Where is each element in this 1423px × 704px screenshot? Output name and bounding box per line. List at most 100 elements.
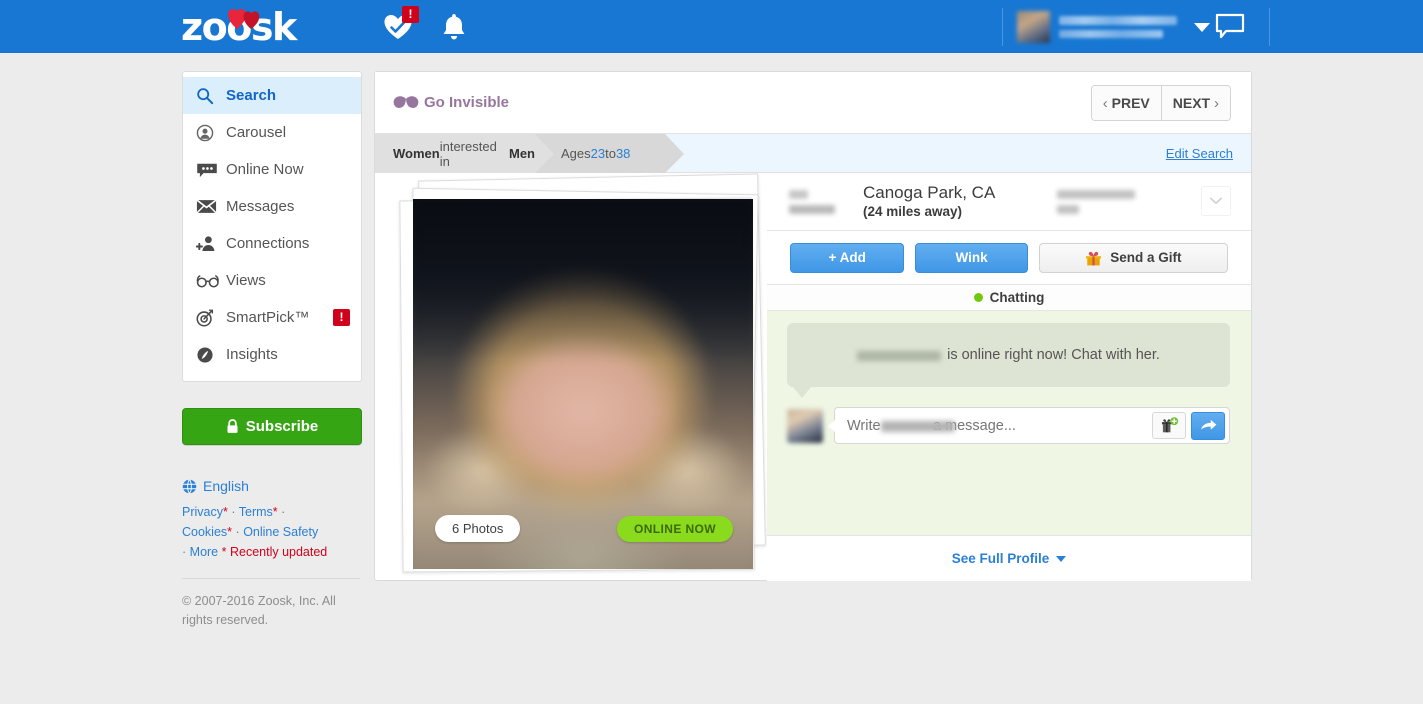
profile-pager: ‹ PREV NEXT › xyxy=(1090,85,1231,121)
subscribe-button[interactable]: Subscribe xyxy=(182,408,362,445)
more-link[interactable]: More xyxy=(190,545,218,559)
language-label: English xyxy=(203,478,249,494)
next-button[interactable]: NEXT › xyxy=(1160,86,1230,120)
send-gift-button[interactable]: Send a Gift xyxy=(1038,242,1229,273)
see-full-profile-label: See Full Profile xyxy=(951,551,1050,566)
send-arrow-icon xyxy=(1200,419,1216,430)
user-location-redacted xyxy=(1059,30,1163,38)
sidebar-item-label: SmartPick™ xyxy=(226,309,310,326)
sidebar-item-smartpick[interactable]: SmartPick™ ! xyxy=(183,299,361,336)
subscribe-label: Subscribe xyxy=(245,418,319,435)
prev-button[interactable]: ‹ PREV xyxy=(1091,86,1161,120)
sidebar-nav-card: Search Carousel Online Now Messages Conn… xyxy=(182,71,362,382)
profile-header: Canoga Park, CA (24 miles away) xyxy=(767,173,1251,231)
edit-search-link[interactable]: Edit Search xyxy=(1166,146,1233,161)
profile-location: Canoga Park, CA (24 miles away) xyxy=(863,182,995,221)
wink-button[interactable]: Wink xyxy=(915,242,1028,273)
asterisk: * xyxy=(227,525,233,539)
copyright-text: © 2007-2016 Zoosk, Inc. All rights reser… xyxy=(182,594,336,627)
lock-icon xyxy=(226,419,239,434)
search-criteria-bar: Women interested in Men Ages 23 to 38 Ed… xyxy=(375,134,1251,173)
privacy-link[interactable]: Privacy xyxy=(182,505,223,519)
chat-input-wrapper[interactable] xyxy=(828,407,1230,444)
chatting-status-label: Chatting xyxy=(989,290,1045,305)
chatting-status-bar: Chatting xyxy=(767,285,1251,311)
breadcrumb-ages[interactable]: Ages 23 to 38 xyxy=(535,134,684,173)
ages-to-label: to xyxy=(605,146,616,161)
age-number-redacted xyxy=(789,189,808,199)
go-invisible-button[interactable]: Go Invisible xyxy=(393,94,509,111)
footer-divider xyxy=(182,578,360,579)
profile-body: 6 Photos ONLINE NOW Canoga Park, CA (24 … xyxy=(375,173,1251,581)
asterisk: * xyxy=(222,505,228,519)
mask-icon xyxy=(393,96,419,109)
terms-link[interactable]: Terms xyxy=(239,505,273,519)
panel-header: Go Invisible ‹ PREV NEXT › xyxy=(375,72,1251,134)
sidebar-item-messages[interactable]: Messages xyxy=(183,188,361,225)
breadcrumb-ages-label: Ages xyxy=(561,146,591,161)
online-now-badge: ONLINE NOW xyxy=(617,516,733,542)
profile-username-redacted xyxy=(1057,189,1137,214)
carousel-icon xyxy=(196,123,220,143)
profile-options-button[interactable] xyxy=(1201,186,1231,216)
sidebar-item-label: Connections xyxy=(226,235,310,252)
sidebar-item-carousel[interactable]: Carousel xyxy=(183,114,361,151)
attach-gift-button[interactable] xyxy=(1152,412,1186,439)
gift-add-icon xyxy=(1161,417,1178,433)
add-button[interactable]: + Add xyxy=(790,242,905,273)
breadcrumb-gender-value: Women xyxy=(393,146,440,161)
age-min-value: 23 xyxy=(590,146,606,161)
target-icon xyxy=(196,308,220,328)
chevron-down-icon xyxy=(1210,197,1222,204)
profile-distance: (24 miles away) xyxy=(863,204,963,219)
user-name-redacted xyxy=(1059,16,1177,25)
username-sub-redacted xyxy=(1057,204,1080,214)
chat-panel: is online right now! Chat with her. xyxy=(767,311,1251,573)
separator: · xyxy=(281,505,286,519)
photo-top-shade xyxy=(413,199,753,362)
asterisk: * xyxy=(272,505,278,519)
caret-down-icon xyxy=(1056,555,1067,562)
sidebar-item-label: Online Now xyxy=(226,161,304,178)
breadcrumb-gender[interactable]: Women interested in Men xyxy=(375,134,554,173)
topbar-divider xyxy=(1269,8,1270,46)
chat-notice-text: is online right now! Chat with her. xyxy=(947,347,1160,363)
online-safety-link[interactable]: Online Safety xyxy=(243,525,318,539)
globe-icon xyxy=(182,478,197,494)
photo-stack[interactable]: 6 Photos ONLINE NOW xyxy=(389,173,769,577)
separator: · xyxy=(182,545,187,559)
matches-icon-button[interactable]: ! xyxy=(383,6,419,42)
messages-icon-button[interactable] xyxy=(1215,13,1245,39)
chat-notice-bubble: is online right now! Chat with her. xyxy=(787,323,1230,387)
notifications-icon-button[interactable] xyxy=(441,13,467,41)
profile-detail-column: Canoga Park, CA (24 miles away) + Add Wi… xyxy=(767,173,1251,581)
sidebar-item-search[interactable]: Search xyxy=(183,77,361,114)
user-identity-redacted xyxy=(1059,16,1182,38)
breadcrumb-arrow xyxy=(535,134,554,173)
chat-notice-name-redacted xyxy=(857,351,942,361)
matches-alert-badge: ! xyxy=(402,6,419,23)
profile-photo[interactable]: 6 Photos ONLINE NOW xyxy=(413,199,753,569)
language-selector[interactable]: English xyxy=(182,478,362,494)
sidebar-item-views[interactable]: Views xyxy=(183,262,361,299)
username-line-redacted xyxy=(1057,189,1136,199)
sidebar-item-connections[interactable]: Connections xyxy=(183,225,361,262)
sidebar-item-online-now[interactable]: Online Now xyxy=(183,151,361,188)
go-invisible-label: Go Invisible xyxy=(424,94,510,111)
chat-input-row xyxy=(787,407,1230,444)
glasses-icon xyxy=(196,271,220,291)
footer-links: Privacy* · Terms* · Cookies* · Online Sa… xyxy=(182,502,360,562)
photo-count-badge[interactable]: 6 Photos xyxy=(435,515,521,542)
smartpick-alert-badge: ! xyxy=(333,309,350,326)
logo-hearts-icon xyxy=(228,9,260,29)
send-message-button[interactable] xyxy=(1191,411,1225,440)
sidebar-item-insights[interactable]: Insights xyxy=(183,336,361,373)
user-avatar xyxy=(1017,11,1050,43)
cookies-link[interactable]: Cookies xyxy=(182,525,227,539)
user-account-menu[interactable] xyxy=(1002,8,1210,46)
sidebar-item-label: Views xyxy=(226,272,266,289)
sidebar-item-label: Messages xyxy=(226,198,295,215)
insights-icon xyxy=(196,345,220,365)
see-full-profile-link[interactable]: See Full Profile xyxy=(767,535,1251,581)
send-gift-label: Send a Gift xyxy=(1110,250,1182,265)
